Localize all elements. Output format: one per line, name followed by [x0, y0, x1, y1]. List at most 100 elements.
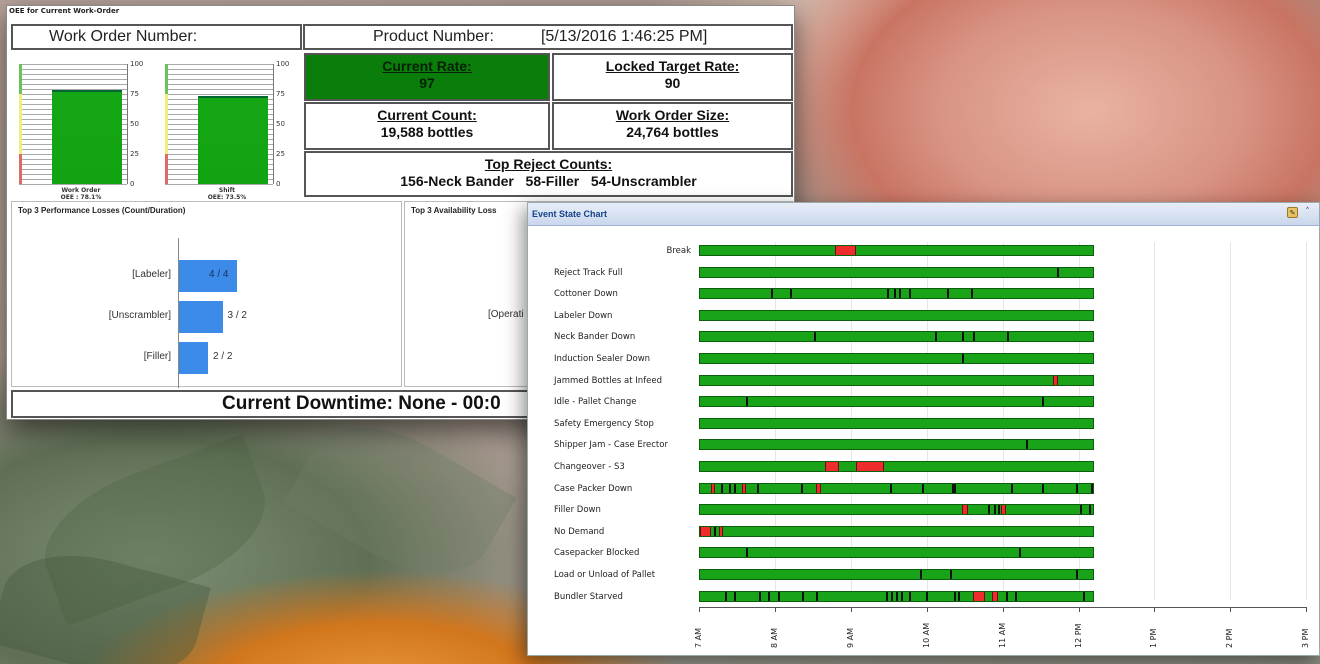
event-row-label: Safety Emergency Stop	[554, 418, 654, 429]
event-row-track	[699, 288, 1094, 300]
event-short-stop-mark	[734, 483, 737, 493]
locked-target-rate-title: Locked Target Rate:	[605, 58, 740, 74]
x-axis-tick-label: 1 PM	[1149, 628, 1159, 648]
event-down-segment	[855, 462, 884, 471]
event-short-stop-mark	[1005, 591, 1008, 601]
event-short-stop-mark	[802, 591, 805, 601]
event-short-stop-mark	[889, 483, 892, 493]
event-row-label: Jammed Bottles at Infeed	[554, 375, 663, 386]
event-row-label: Labeler Down	[554, 310, 613, 321]
event-short-stop-mark	[935, 332, 938, 342]
event-row-track	[699, 439, 1094, 451]
event-short-stop-mark	[800, 483, 803, 493]
x-axis-tick-label: 9 AM	[845, 627, 855, 648]
event-down-segment	[741, 483, 746, 493]
event-down-segment	[961, 505, 968, 515]
gauge-bar	[52, 90, 122, 184]
event-down-segment	[718, 526, 723, 536]
event-row-label: Casepacker Blocked	[554, 548, 640, 559]
event-row-label: Neck Bander Down	[554, 332, 636, 343]
gauge-zone-yellow	[165, 94, 168, 154]
oee-panel-title: OEE for Current Work-Order	[9, 7, 120, 15]
event-short-stop-mark	[958, 591, 961, 601]
event-row-track	[699, 245, 1094, 256]
event-short-stop-mark	[813, 332, 816, 342]
event-short-stop-mark	[759, 591, 762, 601]
timeline-gridline	[1230, 242, 1232, 600]
locked-target-rate-value: 90	[664, 75, 681, 91]
timestamp: [5/13/2016 1:46:25 PM]	[540, 28, 708, 45]
event-row-track	[699, 396, 1094, 408]
x-axis-tick-label: 7 AM	[694, 627, 703, 648]
event-short-stop-mark	[993, 505, 996, 515]
loss-bar	[179, 301, 223, 333]
event-down-segment	[1052, 375, 1059, 385]
event-row-label: Bundler Starved	[554, 591, 623, 602]
gauge-gridline	[165, 79, 273, 80]
gauge-gridline	[19, 184, 127, 185]
work-order-size-box: Work Order Size: 24,764 bottles	[552, 102, 793, 150]
event-short-stop-mark	[725, 591, 728, 601]
current-count-title: Current Count:	[377, 107, 477, 123]
event-state-chart-panel: Event State Chart ✎ ˄ 7 AM 8 AM 9 AM 10 AM 1…	[527, 202, 1320, 656]
gauge-gridline	[19, 64, 127, 65]
event-short-stop-mark	[778, 591, 781, 601]
current-count-box: Current Count: 19,588 bottles	[304, 102, 550, 150]
loss-bar-row: [Filler] 2 / 2	[12, 342, 403, 374]
event-row-track	[699, 353, 1094, 364]
work-order-number-label: Work Order Number:	[49, 28, 198, 45]
event-short-stop-mark	[1079, 505, 1082, 515]
gauge-gridline	[19, 84, 127, 85]
x-axis-tick-label: 10 AM	[921, 622, 931, 648]
event-short-stop-mark	[789, 289, 792, 299]
x-axis-tick-label: 3 PM	[1301, 628, 1311, 648]
gauge-zone-red	[19, 154, 22, 184]
pin-icon[interactable]: ✎	[1287, 207, 1298, 218]
gauge-scale	[165, 64, 273, 185]
event-short-stop-mark	[901, 591, 904, 601]
gauge-gridline	[165, 69, 273, 70]
event-row-track	[699, 504, 1094, 516]
locked-target-rate-box: Locked Target Rate: 90	[552, 53, 793, 101]
event-state-chart-title: Event State Chart	[532, 209, 608, 219]
event-short-stop-mark	[926, 591, 929, 601]
event-short-stop-mark	[885, 591, 888, 601]
gauge-name: Work Order OEE : 78.1%	[43, 187, 119, 201]
collapse-icon[interactable]: ˄	[1302, 207, 1313, 218]
event-row-label: Reject Track Full	[554, 267, 623, 278]
gauge-name: Shift OEE: 73.5%	[189, 187, 265, 201]
event-row-label: Load or Unload of Pallet	[554, 570, 656, 580]
event-short-stop-mark	[1075, 570, 1078, 579]
x-axis-line	[699, 607, 1306, 608]
event-short-stop-mark	[908, 289, 911, 299]
event-down-segment	[973, 591, 985, 601]
x-axis-tick-label: 12 PM	[1073, 623, 1083, 648]
panel-tools: ✎ ˄	[1287, 207, 1313, 218]
event-row-track	[699, 590, 1094, 602]
event-short-stop-mark	[756, 483, 759, 493]
gauge-gridline	[165, 64, 273, 65]
event-short-stop-mark	[970, 289, 973, 299]
event-state-timeline: 7 AM 8 AM 9 AM 10 AM 11 AM 12 PM 1 PM 2 PM 3 PM B…	[528, 226, 1319, 655]
event-row-track	[699, 309, 1094, 321]
gauge-gridline	[19, 74, 127, 75]
event-short-stop-mark	[988, 505, 991, 515]
gauge-scale-label: 100	[276, 60, 290, 68]
loss-bar-row: [Labeler] 4 / 4	[12, 260, 403, 292]
event-short-stop-mark	[745, 397, 748, 407]
event-short-stop-mark	[961, 354, 964, 363]
work-order-number-box: Work Order Number:	[11, 24, 302, 50]
event-row-track	[699, 569, 1094, 580]
loss-bar-value: 3 / 2	[227, 310, 247, 321]
event-row-label: Break	[666, 246, 692, 256]
event-row-label: No Demand	[554, 526, 605, 537]
event-short-stop-mark	[922, 483, 925, 493]
gauge-oee-value: OEE : 78.1%	[60, 194, 102, 201]
gauge-gridline	[165, 74, 273, 75]
gauge-scale-label: 0	[276, 180, 281, 188]
gauge-gridline	[19, 79, 127, 80]
gauge-axis	[127, 64, 128, 184]
event-short-stop-mark	[1014, 591, 1017, 601]
timeline-gridline	[1154, 242, 1156, 600]
gauge-scale-label: 75	[276, 90, 285, 98]
